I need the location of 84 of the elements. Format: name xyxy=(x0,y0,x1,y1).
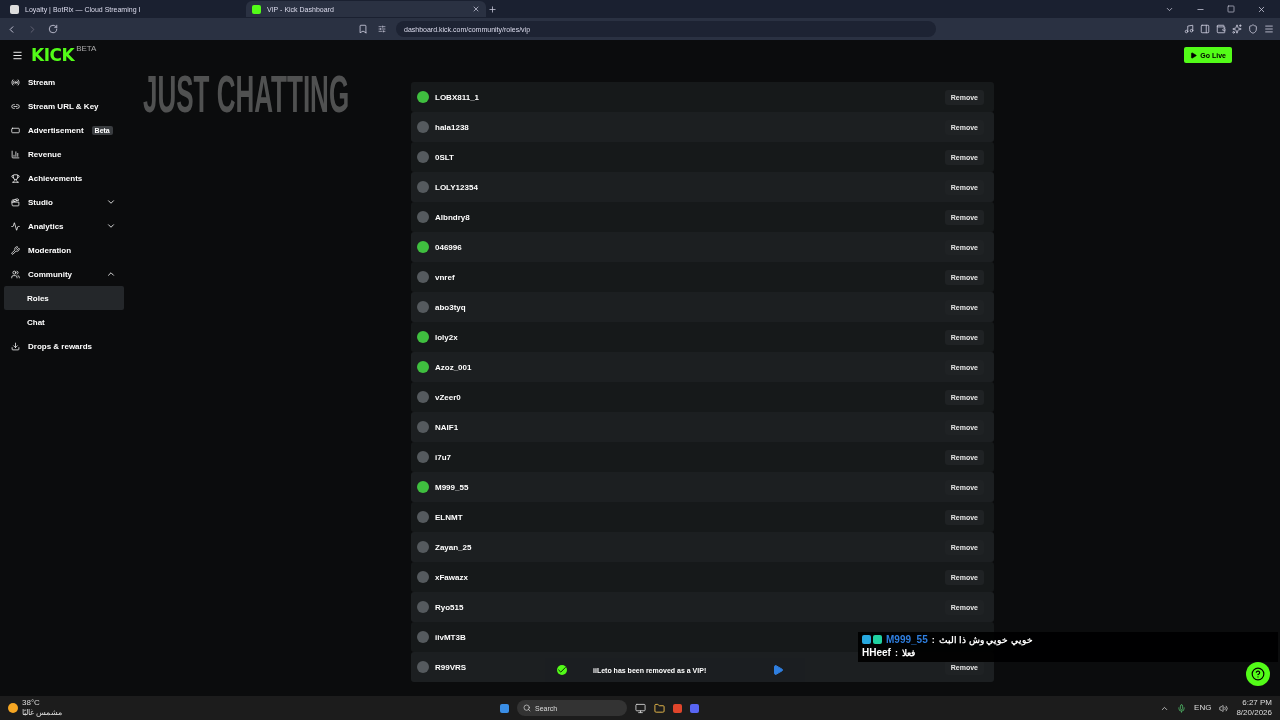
favicon-icon xyxy=(252,4,261,14)
chat-separator: : xyxy=(931,634,935,645)
task-view-icon[interactable] xyxy=(635,702,646,714)
avatar-icon xyxy=(417,301,429,313)
new-tab-icon[interactable] xyxy=(488,4,497,14)
rectangle-icon xyxy=(11,125,20,135)
sidebar-icon[interactable] xyxy=(1200,24,1210,34)
kick-logo[interactable]: KICK xyxy=(31,45,75,65)
folder-icon[interactable] xyxy=(654,702,665,714)
avatar-icon xyxy=(417,571,429,583)
music-icon[interactable] xyxy=(1184,24,1194,34)
avatar-icon xyxy=(417,391,429,403)
menu-icon[interactable] xyxy=(12,49,23,61)
bar-chart-icon xyxy=(11,149,20,159)
volume-icon[interactable] xyxy=(1219,703,1229,713)
download-icon xyxy=(11,341,20,351)
sidebar-item[interactable]: Analytics xyxy=(4,214,124,238)
start-icon[interactable] xyxy=(500,703,509,713)
help-icon xyxy=(1251,667,1265,681)
favicon-icon xyxy=(10,4,19,14)
sidebar-item[interactable]: Community xyxy=(4,262,124,286)
wrench-icon xyxy=(11,245,20,255)
sparkle-icon[interactable] xyxy=(1232,24,1242,34)
users-icon xyxy=(11,269,20,279)
sidebar-item[interactable]: Stream URL & Key xyxy=(4,94,124,118)
maximize-icon[interactable] xyxy=(1227,4,1235,13)
bookmark-icon[interactable] xyxy=(358,24,368,34)
stream-title-overlay: JUST CHATTING xyxy=(143,64,350,124)
avatar-icon xyxy=(417,361,429,373)
sidebar-item[interactable]: Achievements xyxy=(4,166,124,190)
avatar-icon xyxy=(417,121,429,133)
avatar-icon xyxy=(417,661,429,673)
chat-app-icon[interactable] xyxy=(690,703,699,713)
chevron-up-icon xyxy=(106,269,116,279)
chat-badge-icon xyxy=(862,635,882,644)
avatar-icon xyxy=(417,271,429,283)
sidebar-subitem[interactable]: Chat xyxy=(4,310,124,334)
chevron-down-icon xyxy=(106,197,116,207)
reload-icon[interactable] xyxy=(48,24,58,34)
sidebar-item[interactable]: Moderation xyxy=(4,238,124,262)
sidebar-item[interactable]: Studio xyxy=(4,190,124,214)
activity-icon xyxy=(11,221,20,231)
sidebar-item[interactable]: Revenue xyxy=(4,142,124,166)
help-button[interactable] xyxy=(1246,662,1270,686)
wallet-icon[interactable] xyxy=(1216,24,1226,34)
site-settings-icon[interactable] xyxy=(378,25,386,33)
avatar-icon xyxy=(417,91,429,103)
avatar-icon xyxy=(417,241,429,253)
avatar-icon xyxy=(417,451,429,463)
avatar-icon xyxy=(417,211,429,223)
clapperboard-icon xyxy=(11,197,20,207)
chevron-down-icon xyxy=(106,221,116,231)
broadcast-icon xyxy=(11,77,20,87)
avatar-icon xyxy=(417,481,429,493)
clock-time: 6:27 PM xyxy=(1241,698,1272,708)
sidebar-item[interactable]: Stream xyxy=(4,70,124,94)
weather-text: مشمس غالبًا xyxy=(22,708,63,718)
language-indicator[interactable]: ENG xyxy=(1194,703,1212,713)
search-icon xyxy=(523,704,531,712)
weather-icon xyxy=(8,703,18,713)
microphone-icon[interactable] xyxy=(1177,703,1187,713)
avatar-icon xyxy=(417,511,429,523)
avatar-icon xyxy=(417,601,429,613)
avatar-icon xyxy=(417,331,429,343)
shield-icon[interactable] xyxy=(1248,24,1258,34)
avatar-icon xyxy=(417,541,429,553)
clock-date: 8/20/2026 xyxy=(1236,708,1272,718)
trophy-icon xyxy=(11,173,20,183)
close-icon[interactable] xyxy=(472,5,480,13)
avatar-icon xyxy=(417,421,429,433)
logo-tag: BETA xyxy=(76,44,97,53)
chat-username: M999_55 xyxy=(886,634,928,645)
avatar-icon xyxy=(417,151,429,163)
check-icon xyxy=(557,665,567,675)
link-icon xyxy=(11,101,20,111)
browser-icon[interactable] xyxy=(673,703,682,713)
play-icon xyxy=(772,664,785,676)
avatar-icon xyxy=(417,181,429,193)
sidebar-subitem[interactable]: Roles xyxy=(4,286,124,310)
sidebar-item[interactable]: Drops & rewards xyxy=(4,334,124,358)
avatar-icon xyxy=(417,631,429,643)
play-icon xyxy=(1190,51,1198,59)
temperature-text: 38°C xyxy=(22,698,41,708)
close-icon[interactable] xyxy=(1257,4,1266,14)
